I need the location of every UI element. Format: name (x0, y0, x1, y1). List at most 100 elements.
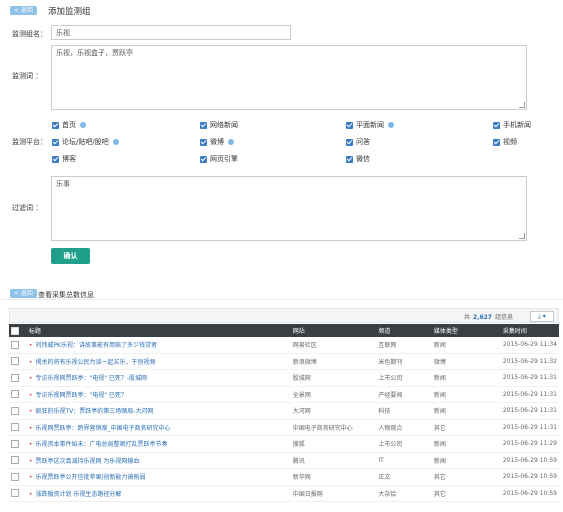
platform-option[interactable]: 论坛/贴吧/股吧 (52, 137, 119, 147)
row-media-type: 其它 (431, 468, 501, 486)
row-site: 全景网 (290, 386, 377, 403)
select-all-cell[interactable] (9, 324, 27, 337)
row-select-cell[interactable] (9, 468, 27, 486)
platform-checkbox[interactable] (52, 138, 59, 146)
platform-checkbox[interactable] (493, 138, 500, 146)
row-checkbox[interactable] (11, 357, 19, 366)
results-back-button[interactable]: < 返回 (10, 289, 37, 298)
row-time: 2015-06-29 11:31 (500, 369, 559, 387)
row-channel: 米色期刊 (376, 353, 432, 370)
bullet-icon: • (28, 474, 33, 482)
select-all-checkbox[interactable] (11, 326, 19, 335)
row-title[interactable]: • 乐视资本事件始末：广电总局整顿打乱贾跃亭节奏 (26, 435, 291, 453)
table-row: • 疯狂的乐视TV：贾跃亭的第三场赌局-大河网 大河网 科技 新闻 2015-06-29 … (9, 402, 559, 420)
platform-option[interactable]: 微信 (346, 154, 370, 164)
platform-option[interactable]: 平面新闻 (346, 120, 394, 130)
back-button[interactable]: < 返回 (10, 6, 37, 15)
row-checkbox[interactable] (11, 472, 19, 481)
row-checkbox[interactable] (11, 340, 19, 349)
row-title-link[interactable]: 涨跌融资计划 乐视生态路径分解 (35, 491, 121, 498)
platform-checkbox[interactable] (493, 121, 500, 129)
filter-textarea[interactable]: 乐事 (51, 176, 527, 241)
download-icon: ⤓ ▾ (538, 313, 546, 320)
platform-checkbox[interactable] (200, 155, 207, 163)
platform-checkbox[interactable] (346, 121, 353, 129)
platform-option[interactable]: 网页引擎 (200, 154, 238, 164)
group-name-label: 监测组名： (12, 30, 47, 38)
row-title[interactable]: • 乐视贾跃亭公开信批苹果|创新能力被削弱 (26, 468, 291, 486)
row-site: 中国电子商务研究中心 (290, 419, 377, 436)
row-title-link[interactable]: 乐视贾跃亭公开信批苹果|创新能力被削弱 (35, 474, 145, 481)
row-select-cell[interactable] (9, 353, 27, 370)
row-media-type: 新闻 (431, 369, 501, 387)
export-button[interactable]: ⤓ ▾ (530, 311, 554, 322)
table-row: • 贾跃亭这次真减持乐视网 为乐视网输血 腾讯 IT 新闻 2015-06-29 10:5… (9, 452, 559, 469)
platform-checkbox[interactable] (52, 121, 59, 129)
row-title-link[interactable]: 专访乐视网贾跃亭："电视" 已死？-股城网 (35, 375, 147, 382)
keywords-label: 监测词 ： (12, 72, 43, 80)
row-time: 2015-06-29 11:32 (500, 353, 559, 370)
resize-handle[interactable] (519, 102, 525, 108)
platform-checkbox[interactable] (346, 155, 353, 163)
resize-handle[interactable] (519, 233, 525, 239)
platform-option[interactable]: 博客 (52, 154, 76, 164)
row-media-type: 新闻 (431, 402, 501, 420)
confirm-button[interactable]: 确认 (51, 248, 90, 264)
row-checkbox[interactable] (11, 373, 19, 382)
platform-option[interactable]: 微博 (200, 137, 234, 147)
row-select-cell[interactable] (9, 369, 27, 387)
row-title-link[interactable]: 刘炜威PK乐视：讲故事能有用赔了多少钱贷者 (35, 342, 157, 349)
row-media-type: 新闻 (431, 386, 501, 403)
row-select-cell[interactable] (9, 452, 27, 469)
row-checkbox[interactable] (11, 423, 19, 432)
row-title[interactable]: • 揭关的将有乐视公民为谈一起买乐，于别视频 (26, 353, 291, 370)
info-icon[interactable] (388, 122, 394, 128)
row-title[interactable]: • 贾跃亭这次真减持乐视网 为乐视网输血 (26, 452, 291, 469)
platform-option[interactable]: 网络新闻 (200, 120, 238, 130)
row-select-cell[interactable] (9, 337, 27, 354)
row-time: 2015-06-29 11:31 (500, 402, 559, 420)
row-select-cell[interactable] (9, 485, 27, 502)
platform-checkbox[interactable] (200, 138, 207, 146)
row-title[interactable]: • 乐视网贾跃亭：跨界营销案_中国电子商务研究中心 (26, 419, 291, 436)
row-select-cell[interactable] (9, 402, 27, 420)
row-title[interactable]: • 专访乐视网贾跃亭："电视" 已死？ (26, 386, 291, 403)
table-row: • 专访乐视网贾跃亭："电视" 已死？ 全景网 产经要闻 新闻 2015-06-29 11… (9, 386, 559, 403)
row-title[interactable]: • 刘炜威PK乐视：讲故事能有用赔了多少钱贷者 (26, 337, 291, 354)
row-checkbox[interactable] (11, 406, 19, 415)
keywords-textarea[interactable]: 乐视，乐视盒子，贾跃亭 (51, 45, 527, 110)
row-checkbox[interactable] (11, 489, 19, 498)
platform-checkbox[interactable] (52, 155, 59, 163)
platform-option[interactable]: 视频 (493, 137, 517, 147)
platform-option-label: 网页引擎 (210, 155, 238, 163)
row-checkbox[interactable] (11, 390, 19, 399)
row-title-link[interactable]: 乐视网贾跃亭：跨界营销案_中国电子商务研究中心 (35, 425, 170, 432)
group-name-input[interactable]: 乐视 (51, 25, 291, 40)
row-title[interactable]: • 疯狂的乐视TV：贾跃亭的第三场赌局-大河网 (26, 402, 291, 420)
row-checkbox[interactable] (11, 439, 19, 448)
row-checkbox[interactable] (11, 456, 19, 465)
platform-option[interactable]: 问答 (346, 137, 370, 147)
row-select-cell[interactable] (9, 419, 27, 436)
row-site: 中国日报网 (290, 485, 377, 502)
row-title[interactable]: • 专访乐视网贾跃亭："电视" 已死？-股城网 (26, 369, 291, 387)
platform-checkbox[interactable] (346, 138, 353, 146)
row-select-cell[interactable] (9, 386, 27, 403)
row-time: 2015-06-29 11:34 (500, 337, 559, 354)
row-title-link[interactable]: 乐视资本事件始末：广电总局整顿打乱贾跃亭节奏 (35, 441, 167, 448)
row-title-link[interactable]: 疯狂的乐视TV：贾跃亭的第三场赌局-大河网 (35, 408, 153, 415)
platform-option[interactable]: 手机新闻 (493, 120, 531, 130)
info-icon[interactable] (228, 139, 234, 145)
info-icon[interactable] (80, 122, 86, 128)
row-select-cell[interactable] (9, 435, 27, 453)
row-title-link[interactable]: 揭关的将有乐视公民为谈一起买乐，于别视频 (35, 359, 155, 366)
platform-checkbox[interactable] (200, 121, 207, 129)
row-media-type: 新闻 (431, 452, 501, 469)
platform-option[interactable]: 首页 (52, 120, 86, 130)
table-row: • 刘炜威PK乐视：讲故事能有用赔了多少钱贷者 网易社区 互联网 新闻 2015-06-2… (9, 337, 559, 354)
row-title[interactable]: • 涨跌融资计划 乐视生态路径分解 (26, 485, 291, 502)
info-icon[interactable] (112, 139, 119, 145)
row-title-link[interactable]: 贾跃亭这次真减持乐视网 为乐视网输血 (35, 458, 139, 465)
row-title-link[interactable]: 专访乐视网贾跃亭："电视" 已死？ (35, 392, 126, 399)
row-channel: 科技 (376, 402, 432, 420)
